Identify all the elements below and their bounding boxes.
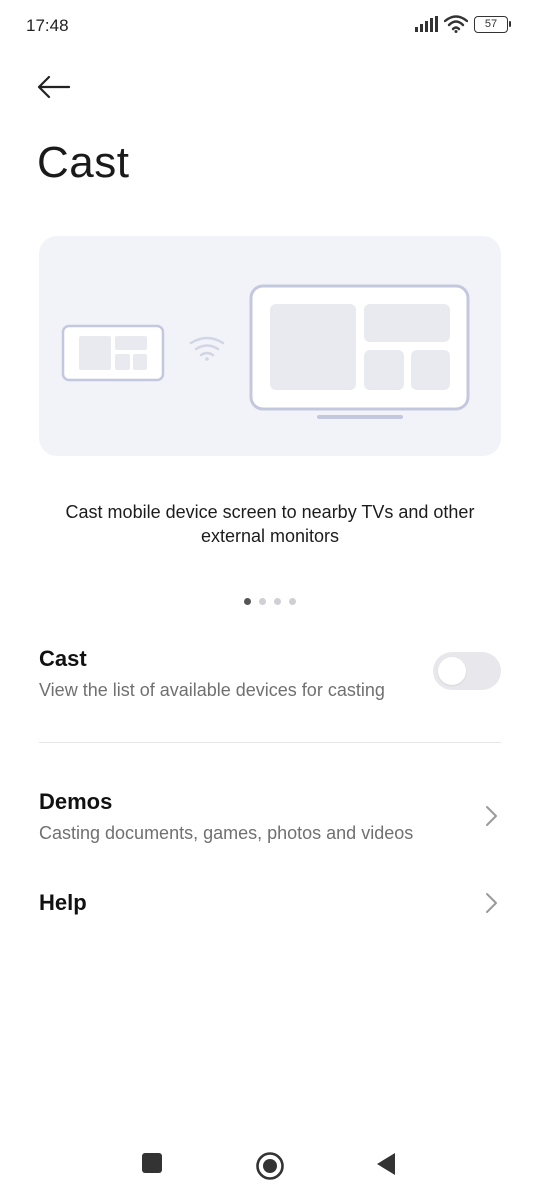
section-divider — [39, 742, 501, 743]
cast-toggle-row[interactable]: Cast View the list of available devices … — [39, 646, 501, 706]
page-title: Cast — [37, 138, 130, 187]
carousel-pager — [0, 598, 540, 605]
status-time: 17:48 — [26, 16, 69, 35]
back-button[interactable] — [36, 70, 76, 104]
status-bar: 17:48 57 — [0, 0, 540, 50]
back-arrow-icon — [37, 75, 70, 99]
battery-icon: 57 — [474, 15, 511, 33]
pager-dot[interactable] — [289, 598, 296, 605]
wifi-signal-icon — [189, 336, 225, 357]
cast-illustration-card — [39, 236, 501, 456]
chevron-right-icon — [486, 893, 497, 913]
help-row[interactable]: Help — [39, 890, 501, 924]
cast-row-subtitle: View the list of available devices for c… — [39, 680, 385, 700]
cast-settings-screen: 17:48 57 Cast Cast mobile device screen … — [0, 0, 540, 1200]
toggle-knob — [438, 657, 466, 685]
pager-dot-active[interactable] — [244, 598, 251, 605]
signal-icon — [415, 16, 438, 32]
help-row-title: Help — [39, 890, 87, 915]
cast-toggle-switch[interactable] — [433, 652, 501, 690]
chevron-right-icon — [486, 806, 497, 826]
recents-square-icon[interactable] — [141, 1152, 163, 1174]
phone-shape — [61, 324, 165, 382]
pager-dot[interactable] — [274, 598, 281, 605]
home-circle-icon[interactable] — [255, 1151, 285, 1181]
wifi-icon — [444, 15, 468, 33]
pager-dot[interactable] — [259, 598, 266, 605]
battery-level: 57 — [484, 17, 498, 30]
hero-caption: Cast mobile device screen to nearby TVs … — [65, 502, 475, 546]
status-icons: 57 — [414, 15, 511, 33]
demos-row[interactable]: Demos Casting documents, games, photos a… — [39, 789, 501, 849]
monitor-stand — [317, 415, 403, 419]
demos-row-subtitle: Casting documents, games, photos and vid… — [39, 823, 414, 843]
demos-row-title: Demos — [39, 789, 113, 814]
back-triangle-icon[interactable] — [376, 1152, 396, 1176]
system-nav-bar — [0, 1140, 540, 1192]
cast-row-title: Cast — [39, 646, 87, 671]
cast-illustration — [61, 284, 470, 419]
